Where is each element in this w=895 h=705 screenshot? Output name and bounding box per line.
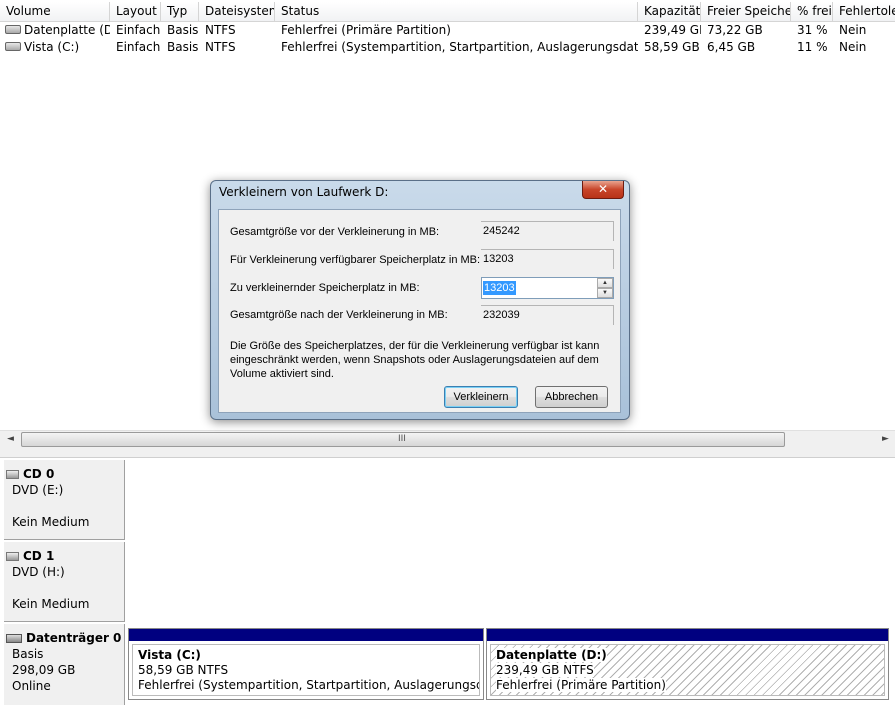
- cd-drive-icon: [6, 470, 19, 479]
- column-header-dateisystem[interactable]: Dateisystem: [199, 2, 275, 21]
- partition-bar: [129, 629, 483, 641]
- shrink-amount-stepper[interactable]: 13203 ▲ ▼: [481, 277, 614, 299]
- cell-prozent-frei: 11 %: [797, 40, 828, 54]
- pane-splitter[interactable]: [0, 448, 895, 458]
- cell-kapazitaet: 239,49 GB: [644, 23, 701, 37]
- spin-down-icon[interactable]: ▼: [597, 288, 613, 298]
- column-header-freier-speicher[interactable]: Freier Speicher: [701, 2, 791, 21]
- disk-status: Kein Medium: [12, 597, 90, 611]
- disk-status: Kein Medium: [12, 515, 90, 529]
- volume-name: Vista (C:): [24, 40, 80, 54]
- partition-size: 239,49 GB NTFS: [496, 663, 594, 677]
- partition-size: 58,59 GB NTFS: [138, 663, 229, 677]
- partition-title: Datenplatte (D:): [496, 648, 607, 662]
- cell-status: Fehlerfrei (Primäre Partition): [281, 23, 451, 37]
- table-row[interactable]: Datenplatte (D:) Einfach Basis NTFS Fehl…: [0, 22, 895, 39]
- cd-drive-icon: [6, 552, 19, 561]
- disk-size: 298,09 GB: [12, 663, 76, 677]
- disk-title: CD 0: [23, 467, 55, 481]
- disk-title: CD 1: [23, 549, 55, 563]
- disk-type: Basis: [12, 647, 44, 661]
- hard-disk-icon: [6, 634, 22, 643]
- column-header-typ[interactable]: Typ: [161, 2, 199, 21]
- disk-type: DVD (H:): [12, 565, 65, 579]
- column-header-fehlertoleranz[interactable]: Fehlertoler: [833, 2, 895, 21]
- disk-size: [12, 498, 124, 514]
- total-after-value: 232039: [481, 305, 614, 325]
- grip-icon: III: [398, 434, 406, 444]
- available-label: Für Verkleinerung verfügbarer Speicherpl…: [230, 254, 481, 266]
- total-after-label: Gesamtgröße nach der Verkleinerung in MB…: [230, 309, 448, 321]
- cell-typ: Basis: [167, 23, 199, 37]
- scrollbar-thumb[interactable]: III: [21, 432, 785, 447]
- partition-title: Vista (C:): [138, 648, 201, 662]
- partition-vista-c[interactable]: Vista (C:) 58,59 GB NTFS Fehlerfrei (Sys…: [128, 628, 484, 700]
- cell-fehlertoleranz: Nein: [839, 23, 867, 37]
- cell-dateisystem: NTFS: [205, 23, 236, 37]
- drive-icon: [5, 25, 21, 34]
- cell-typ: Basis: [167, 40, 199, 54]
- cell-prozent-frei: 31 %: [797, 23, 828, 37]
- cell-freier-speicher: 6,45 GB: [707, 40, 756, 54]
- cell-volume: Vista (C:): [0, 39, 110, 56]
- cell-freier-speicher: 73,22 GB: [707, 23, 763, 37]
- volume-table-header: Volume Layout Typ Dateisystem Status Kap…: [0, 2, 895, 22]
- cell-kapazitaet: 58,59 GB: [644, 40, 700, 54]
- partition-status: Fehlerfrei (Systempartition, Startpartit…: [138, 678, 479, 692]
- cell-layout: Einfach: [116, 40, 161, 54]
- disk-label-cd1[interactable]: CD 1 DVD (H:) Kein Medium: [4, 542, 125, 622]
- cell-status: Fehlerfrei (Systempartition, Startpartit…: [281, 40, 638, 54]
- shrink-button[interactable]: Verkleinern: [444, 386, 518, 408]
- cancel-button[interactable]: Abbrechen: [535, 386, 608, 408]
- partition-bar: [487, 629, 888, 641]
- shrink-amount-input[interactable]: [482, 278, 597, 298]
- column-header-kapazitaet[interactable]: Kapazität: [638, 2, 701, 21]
- shrink-dialog: Verkleinern von Laufwerk D: ✕ Gesamtgröß…: [210, 180, 630, 420]
- drive-icon: [5, 42, 21, 51]
- scroll-right-icon[interactable]: ►: [877, 431, 894, 448]
- table-row[interactable]: Vista (C:) Einfach Basis NTFS Fehlerfrei…: [0, 39, 895, 56]
- disk-label-datentraeger0[interactable]: Datenträger 0 Basis 298,09 GB Online: [4, 624, 125, 705]
- scroll-left-icon[interactable]: ◄: [2, 431, 19, 448]
- column-header-layout[interactable]: Layout: [110, 2, 161, 21]
- shrink-amount-label: Zu verkleinernder Speicherplatz in MB:: [230, 282, 420, 294]
- spin-up-icon[interactable]: ▲: [597, 278, 613, 288]
- available-value: 13203: [481, 249, 614, 269]
- dialog-title: Verkleinern von Laufwerk D:: [219, 185, 389, 199]
- disk-status: Online: [12, 679, 51, 693]
- column-header-status[interactable]: Status: [275, 2, 638, 21]
- partition-body-selected: Datenplatte (D:) 239,49 GB NTFS Fehlerfr…: [490, 644, 885, 696]
- horizontal-scrollbar[interactable]: ◄ III ►: [0, 430, 895, 448]
- cell-volume: Datenplatte (D:): [0, 22, 110, 39]
- disk-area-cd1[interactable]: [127, 542, 895, 622]
- disk-area-cd0[interactable]: [127, 460, 895, 540]
- cell-layout: Einfach: [116, 23, 161, 37]
- close-icon[interactable]: ✕: [582, 181, 624, 199]
- cell-fehlertoleranz: Nein: [839, 40, 867, 54]
- disk-title: Datenträger 0: [26, 631, 122, 645]
- partition-status: Fehlerfrei (Primäre Partition): [496, 678, 666, 692]
- total-before-value: 245242: [481, 221, 614, 241]
- dialog-content: Gesamtgröße vor der Verkleinerung in MB:…: [218, 209, 621, 413]
- cell-dateisystem: NTFS: [205, 40, 236, 54]
- volume-name: Datenplatte (D:): [24, 23, 110, 37]
- partition-datenplatte-d[interactable]: Datenplatte (D:) 239,49 GB NTFS Fehlerfr…: [486, 628, 889, 700]
- disk-label-cd0[interactable]: CD 0 DVD (E:) Kein Medium: [4, 460, 125, 540]
- dialog-description: Die Größe des Speicherplatzes, der für d…: [230, 340, 600, 380]
- total-before-label: Gesamtgröße vor der Verkleinerung in MB:: [230, 226, 440, 238]
- column-header-prozent-frei[interactable]: % frei: [791, 2, 833, 21]
- column-header-volume[interactable]: Volume: [0, 2, 110, 21]
- partition-body: Vista (C:) 58,59 GB NTFS Fehlerfrei (Sys…: [132, 644, 480, 696]
- disk-type: DVD (E:): [12, 483, 64, 497]
- disk-size: [12, 580, 124, 596]
